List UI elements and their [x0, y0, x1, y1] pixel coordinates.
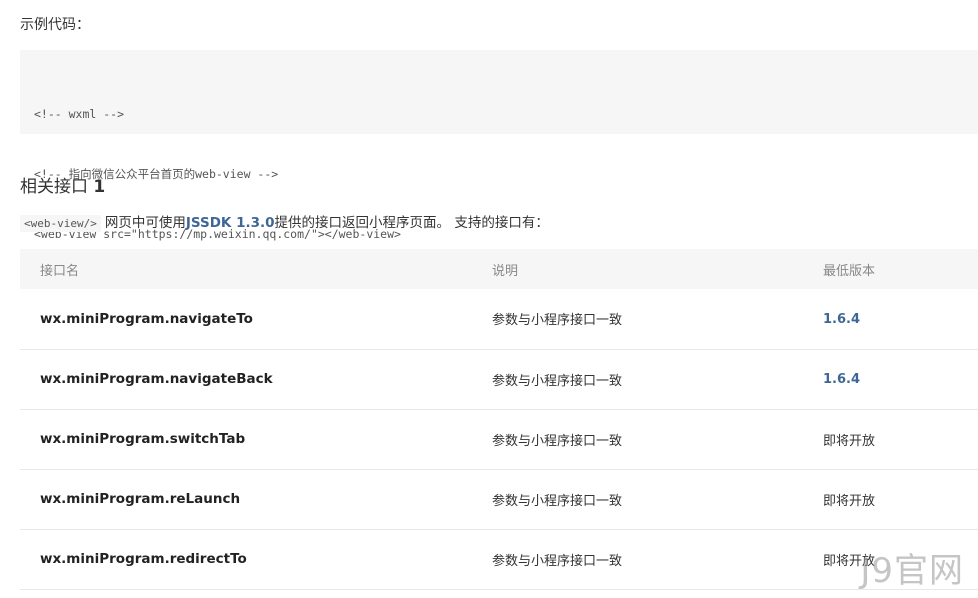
code-line: <!-- 指向微信公众平台首页的web-view -->: [34, 167, 279, 181]
api-name: wx.miniProgram.reLaunch: [40, 491, 241, 507]
api-name: wx.miniProgram.redirectTo: [40, 551, 247, 567]
table-row: wx.miniProgram.navigateBack 参数与小程序接口一致 1…: [20, 349, 978, 409]
section-description: <web-view/> 网页中可使用JSSDK 1.3.0提供的接口返回小程序页面…: [20, 211, 549, 232]
inline-code-webview: <web-view/>: [20, 215, 101, 232]
api-description: 参数与小程序接口一致: [492, 553, 623, 569]
header-description: 说明: [492, 263, 519, 279]
table-row: wx.miniProgram.redirectTo 参数与小程序接口一致 即将开…: [20, 529, 978, 589]
api-description: 参数与小程序接口一致: [492, 433, 623, 449]
table-row: wx.miniProgram.navigateTo 参数与小程序接口一致 1.6…: [20, 289, 978, 349]
section-title: 相关接口: [20, 177, 88, 197]
version-text: 即将开放: [823, 433, 876, 449]
version-link[interactable]: 1.6.4: [823, 372, 860, 387]
api-name: wx.miniProgram.switchTab: [40, 431, 246, 447]
api-description: 参数与小程序接口一致: [492, 493, 623, 509]
table-row: wx.miniProgram.switchTab 参数与小程序接口一致 即将开放: [20, 409, 978, 469]
section-title-number: 1: [93, 177, 106, 197]
section-heading: 相关接口 1: [20, 172, 105, 197]
api-table: 接口名 说明 最低版本 wx.miniProgram.navigateTo 参数…: [20, 249, 978, 590]
code-line: <!-- wxml -->: [34, 107, 125, 121]
table-header-row: 接口名 说明 最低版本: [20, 249, 978, 289]
header-min-version: 最低版本: [823, 263, 876, 279]
header-api-name: 接口名: [40, 263, 80, 279]
watermark: J9官网: [860, 551, 964, 591]
version-text: 即将开放: [823, 493, 876, 509]
table-row: wx.miniProgram.reLaunch 参数与小程序接口一致 即将开放: [20, 469, 978, 529]
version-link[interactable]: 1.6.4: [823, 312, 860, 327]
api-name: wx.miniProgram.navigateBack: [40, 371, 273, 387]
api-name: wx.miniProgram.navigateTo: [40, 310, 253, 327]
jssdk-link[interactable]: JSSDK 1.3.0: [186, 215, 275, 231]
example-code-label: 示例代码：: [20, 17, 90, 33]
api-description: 参数与小程序接口一致: [492, 313, 623, 329]
api-description: 参数与小程序接口一致: [492, 373, 623, 389]
desc-text-post: 提供的接口返回小程序页面。 支持的接口有：: [274, 215, 549, 231]
desc-text-pre: 网页中可使用: [104, 215, 186, 231]
code-block: <!-- wxml --> <!-- 指向微信公众平台首页的web-view -…: [20, 50, 978, 241]
